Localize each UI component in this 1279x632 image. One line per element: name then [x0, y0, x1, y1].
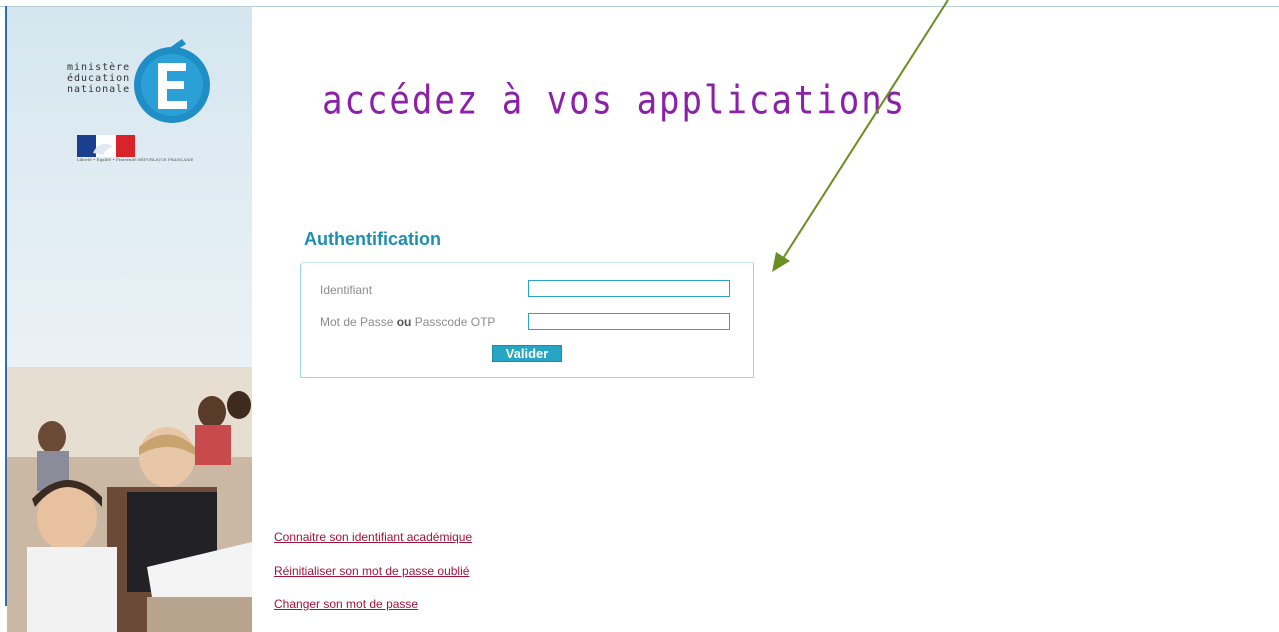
link-know-identifiant[interactable]: Connaitre son identifiant académique [274, 530, 472, 544]
identifiant-input[interactable] [528, 280, 730, 297]
password-label-pre: Mot de Passe [320, 315, 397, 329]
flag-caption: Liberté • Égalité • Fraternité RÉPUBLIQU… [77, 157, 194, 162]
password-label: Mot de Passe ou Passcode OTP [320, 315, 495, 329]
logo-line-2: éducation [67, 73, 131, 84]
ministry-logo-text: ministère éducation nationale [67, 62, 130, 95]
republique-francaise-flag-icon [77, 135, 135, 157]
ministry-logo: ministère éducation nationale [67, 27, 210, 127]
sidebar: ministère éducation nationale Liberté • … [7, 7, 252, 632]
classroom-photo [7, 367, 252, 632]
ministry-logo-icon [134, 39, 210, 123]
auth-title: Authentification [304, 229, 441, 249]
left-border [5, 6, 7, 606]
link-change-password[interactable]: Changer son mot de passe [274, 597, 418, 611]
link-reset-password[interactable]: Réinitialiser son mot de passe oublié [274, 564, 469, 578]
identifiant-label: Identifiant [320, 283, 373, 297]
password-label-or: ou [396, 315, 412, 329]
password-input[interactable] [528, 313, 730, 330]
password-label-post: Passcode OTP [411, 315, 496, 329]
valider-button[interactable]: Valider [492, 345, 562, 362]
page-headline: accédez à vos applications [322, 78, 907, 124]
logo-line-3: nationale [67, 84, 131, 95]
logo-line-1: ministère [67, 62, 131, 73]
